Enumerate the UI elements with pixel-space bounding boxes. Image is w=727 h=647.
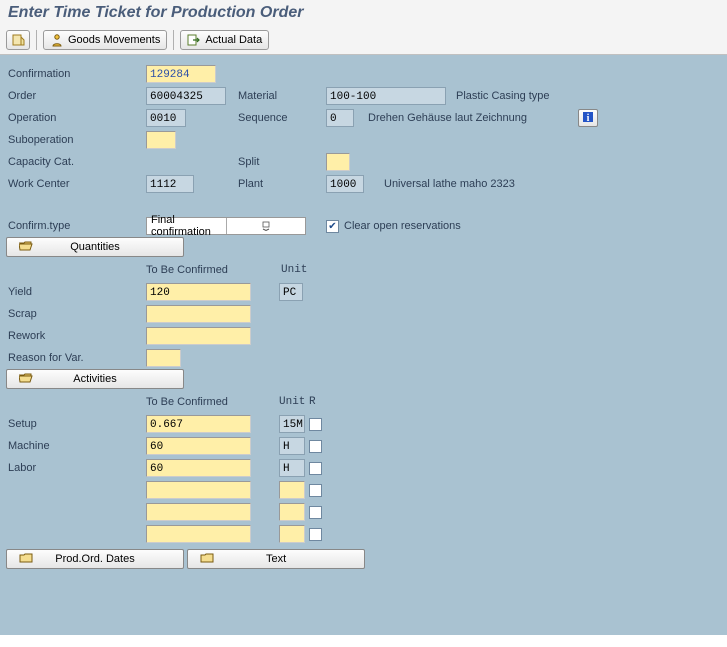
clear-open-res-checkbox[interactable]: ✔ bbox=[326, 220, 339, 233]
plant-label: Plant bbox=[236, 178, 326, 190]
actual-data-label: Actual Data bbox=[205, 34, 262, 46]
activity-value-input[interactable]: 60 bbox=[146, 459, 251, 477]
activity-value-input[interactable] bbox=[146, 481, 251, 499]
confirm-type-label: Confirm.type bbox=[6, 220, 146, 232]
toolbar: Goods Movements Actual Data bbox=[0, 26, 727, 55]
scrap-label: Scrap bbox=[6, 308, 146, 320]
unit-header: Unit bbox=[281, 264, 311, 276]
operation-input[interactable]: 0010 bbox=[146, 109, 186, 127]
activity-value-input[interactable]: 0.667 bbox=[146, 415, 251, 433]
suboperation-label: Suboperation bbox=[6, 134, 146, 146]
activities-unit-header: Unit bbox=[279, 396, 309, 408]
confirmation-input[interactable]: 129284 bbox=[146, 65, 216, 83]
activity-r-checkbox[interactable] bbox=[309, 462, 322, 475]
page-title: Enter Time Ticket for Production Order bbox=[0, 0, 727, 26]
reason-for-var-input[interactable] bbox=[146, 349, 181, 367]
suboperation-input[interactable] bbox=[146, 131, 176, 149]
folder-closed-icon bbox=[200, 552, 214, 567]
yield-input[interactable]: 120 bbox=[146, 283, 251, 301]
activity-r-checkbox[interactable] bbox=[309, 484, 322, 497]
capacity-cat-label: Capacity Cat. bbox=[6, 156, 146, 168]
to-be-confirmed-header: To Be Confirmed bbox=[146, 264, 251, 276]
operation-label: Operation bbox=[6, 112, 146, 124]
work-center-input[interactable]: 1112 bbox=[146, 175, 194, 193]
goods-movements-label: Goods Movements bbox=[68, 34, 160, 46]
info-button[interactable]: i bbox=[578, 109, 598, 127]
toolbar-separator bbox=[173, 30, 174, 50]
reason-for-var-label: Reason for Var. bbox=[6, 352, 146, 364]
activity-r-checkbox[interactable] bbox=[309, 440, 322, 453]
main-area: Confirmation 129284 Order 60004325 Mater… bbox=[0, 55, 727, 635]
folder-closed-icon bbox=[19, 552, 33, 567]
activity-row bbox=[6, 479, 721, 501]
person-icon bbox=[50, 33, 64, 47]
confirm-type-value: Final confirmation bbox=[147, 214, 226, 238]
rework-label: Rework bbox=[6, 330, 146, 342]
order-label: Order bbox=[6, 90, 146, 102]
activity-row bbox=[6, 523, 721, 545]
activity-value-input[interactable] bbox=[146, 503, 251, 521]
activity-unit-input[interactable] bbox=[279, 525, 305, 543]
text-section-label: Text bbox=[266, 553, 286, 565]
rework-input[interactable] bbox=[146, 327, 251, 345]
sequence-label: Sequence bbox=[236, 112, 326, 124]
document-icon bbox=[11, 33, 25, 47]
goods-movements-button[interactable]: Goods Movements bbox=[43, 30, 167, 50]
yield-unit[interactable]: PC bbox=[279, 283, 303, 301]
activities-to-be-confirmed-header: To Be Confirmed bbox=[146, 396, 251, 408]
activities-section-button[interactable]: Activities bbox=[6, 369, 184, 389]
prod-ord-dates-button[interactable]: Prod.Ord. Dates bbox=[6, 549, 184, 569]
activity-value-input[interactable]: 60 bbox=[146, 437, 251, 455]
activity-row: Setup0.667 15M bbox=[6, 413, 721, 435]
activity-label: Machine bbox=[6, 440, 146, 452]
folder-open-icon bbox=[19, 372, 33, 387]
activity-unit-input[interactable] bbox=[279, 503, 305, 521]
activity-label: Labor bbox=[6, 462, 146, 474]
activity-row: Machine60 H bbox=[6, 435, 721, 457]
clear-open-res-label: Clear open reservations bbox=[344, 220, 461, 232]
toolbar-generic-button[interactable] bbox=[6, 30, 30, 50]
activity-unit-input[interactable]: H bbox=[279, 459, 305, 477]
folder-open-icon bbox=[19, 240, 33, 255]
activities-r-header: R bbox=[309, 396, 316, 408]
activity-unit-input[interactable]: 15M bbox=[279, 415, 305, 433]
prod-ord-dates-label: Prod.Ord. Dates bbox=[55, 553, 134, 565]
activity-value-input[interactable] bbox=[146, 525, 251, 543]
dropdown-icon bbox=[226, 218, 306, 234]
operation-desc: Drehen Gehäuse laut Zeichnung bbox=[368, 112, 568, 124]
material-label: Material bbox=[236, 90, 326, 102]
activities-label: Activities bbox=[73, 373, 116, 385]
order-input[interactable]: 60004325 bbox=[146, 87, 226, 105]
quantities-section-button[interactable]: Quantities bbox=[6, 237, 184, 257]
plant-input[interactable]: 1000 bbox=[326, 175, 364, 193]
activity-r-checkbox[interactable] bbox=[309, 506, 322, 519]
material-desc: Plastic Casing type bbox=[456, 90, 550, 102]
split-label: Split bbox=[236, 156, 326, 168]
confirm-type-dropdown[interactable]: Final confirmation bbox=[146, 217, 306, 235]
activity-r-checkbox[interactable] bbox=[309, 418, 322, 431]
plant-desc: Universal lathe maho 2323 bbox=[384, 178, 515, 190]
scrap-input[interactable] bbox=[146, 305, 251, 323]
svg-text:i: i bbox=[587, 113, 590, 123]
actual-data-button[interactable]: Actual Data bbox=[180, 30, 269, 50]
toolbar-separator bbox=[36, 30, 37, 50]
activity-label: Setup bbox=[6, 418, 146, 430]
sheet-arrow-icon bbox=[187, 33, 201, 47]
split-input[interactable] bbox=[326, 153, 350, 171]
text-section-button[interactable]: Text bbox=[187, 549, 365, 569]
material-input[interactable]: 100-100 bbox=[326, 87, 446, 105]
quantities-label: Quantities bbox=[70, 241, 120, 253]
activity-row: Labor60 H bbox=[6, 457, 721, 479]
info-icon: i bbox=[582, 111, 594, 126]
confirmation-label: Confirmation bbox=[6, 68, 146, 80]
yield-label: Yield bbox=[6, 286, 146, 298]
sequence-input[interactable]: 0 bbox=[326, 109, 354, 127]
activity-unit-input[interactable] bbox=[279, 481, 305, 499]
activity-unit-input[interactable]: H bbox=[279, 437, 305, 455]
activity-row bbox=[6, 501, 721, 523]
work-center-label: Work Center bbox=[6, 178, 146, 190]
activity-r-checkbox[interactable] bbox=[309, 528, 322, 541]
